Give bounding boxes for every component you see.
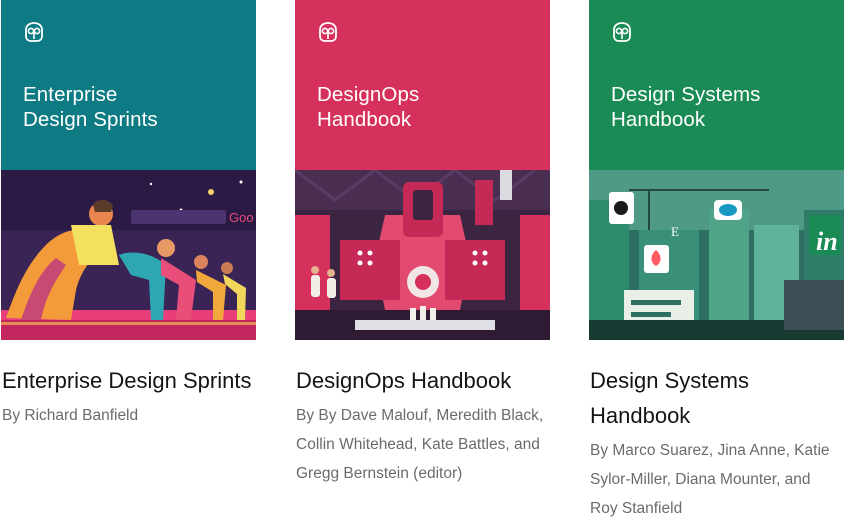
book-authors: By Marco Suarez, Jina Anne, Katie Sylor-… [590, 442, 830, 517]
cover-illustration-city: E in [589, 170, 844, 340]
owl-logo-icon [613, 22, 631, 42]
art-letter-text: E [671, 224, 679, 239]
book-title[interactable]: DesignOps Handbook [296, 363, 551, 398]
book-authors: By By Dave Malouf, Meredith Black, Colli… [296, 407, 544, 482]
book-title[interactable]: Design Systems Handbook [590, 363, 845, 433]
cover-illustration-runners: Goo [1, 170, 256, 340]
cover-title: Design Systems Handbook [611, 83, 761, 131]
book-cover[interactable]: DesignOps Handbook [295, 0, 550, 340]
cover-title: DesignOps Handbook [317, 83, 420, 131]
book-card-design-systems-handbook: Design Systems Handbook E in Design Syst… [589, 0, 844, 523]
art-badge-text: in [816, 227, 838, 256]
book-title[interactable]: Enterprise Design Sprints [2, 363, 257, 398]
book-cover[interactable]: Design Systems Handbook E in [589, 0, 844, 340]
art-sign-text: Goo [229, 210, 254, 225]
owl-logo-icon [25, 22, 43, 42]
owl-logo-icon [319, 22, 337, 42]
cover-title: Enterprise Design Sprints [23, 83, 158, 131]
book-link-design-systems-handbook[interactable]: Design Systems Handbook E in Design Syst… [589, 0, 844, 433]
book-link-enterprise-design-sprints[interactable]: Enterprise Design Sprints Goo Enterprise… [1, 0, 256, 398]
book-authors: By Richard Banfield [2, 407, 139, 424]
book-link-designops-handbook[interactable]: DesignOps Handbook DesignOps Handbook [295, 0, 550, 398]
book-card-enterprise-design-sprints: Enterprise Design Sprints Goo Enterprise… [1, 0, 256, 430]
book-card-designops-handbook: DesignOps Handbook DesignOps Handbook By… [295, 0, 550, 488]
book-cover[interactable]: Enterprise Design Sprints Goo [1, 0, 256, 340]
cover-illustration-factory [295, 170, 550, 340]
